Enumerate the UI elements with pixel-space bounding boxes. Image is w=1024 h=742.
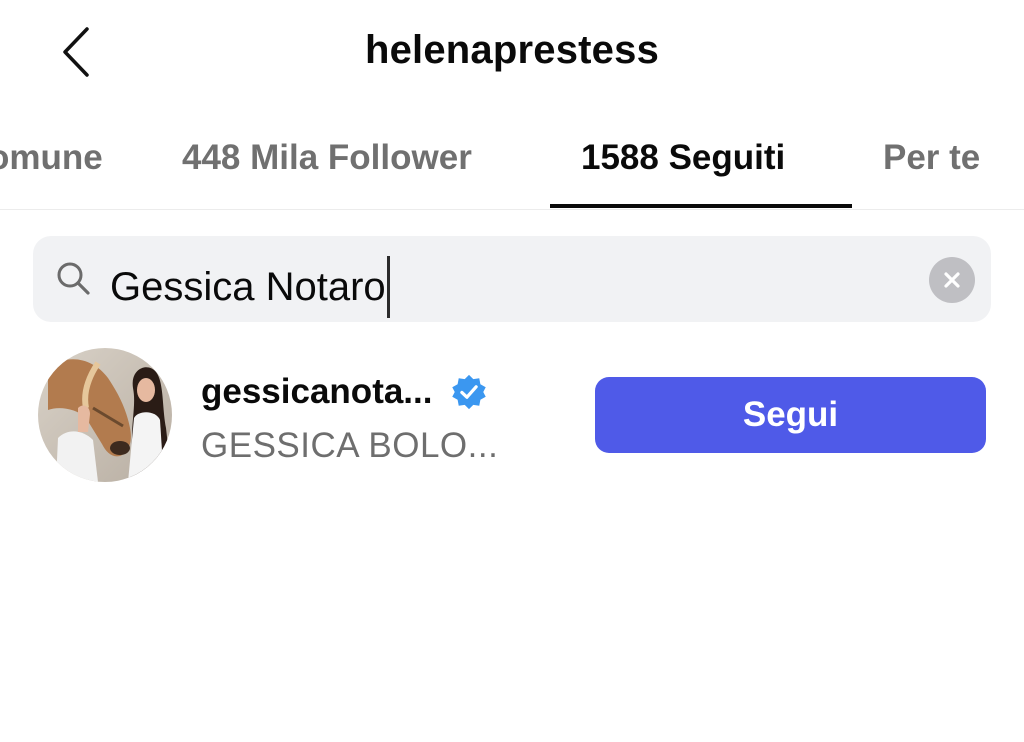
full-name: GESSICA BOLO... bbox=[201, 426, 499, 465]
avatar-image bbox=[38, 348, 172, 482]
tab-in-common[interactable]: omune bbox=[0, 138, 103, 178]
follow-button[interactable]: Segui bbox=[595, 377, 986, 453]
clear-search-button[interactable] bbox=[929, 257, 975, 303]
tab-followers[interactable]: 448 Mila Follower bbox=[182, 138, 472, 178]
username-text: gessicanota... bbox=[201, 372, 433, 411]
search-icon bbox=[57, 262, 90, 295]
clear-icon bbox=[944, 272, 960, 288]
search-input-value: Gessica Notaro bbox=[110, 264, 386, 309]
avatar[interactable] bbox=[38, 348, 172, 482]
text-caret bbox=[386, 256, 390, 318]
tab-bar: omune 448 Mila Follower 1588 Seguiti Per… bbox=[0, 120, 1024, 210]
search-input[interactable]: Gessica Notaro bbox=[110, 256, 390, 318]
tab-for-you[interactable]: Per te bbox=[883, 138, 980, 178]
page-title: helenaprestess bbox=[364, 28, 660, 72]
tab-following[interactable]: 1588 Seguiti bbox=[581, 138, 785, 178]
screen: helenaprestess omune 448 Mila Follower 1… bbox=[0, 0, 1024, 742]
verified-badge-icon bbox=[452, 374, 487, 410]
search-bar[interactable]: Gessica Notaro bbox=[33, 236, 991, 322]
active-tab-indicator bbox=[550, 204, 852, 208]
list-item[interactable]: gessicanota... GESSICA BOLO... Segui bbox=[0, 344, 1024, 484]
username[interactable]: gessicanota... bbox=[201, 372, 488, 412]
